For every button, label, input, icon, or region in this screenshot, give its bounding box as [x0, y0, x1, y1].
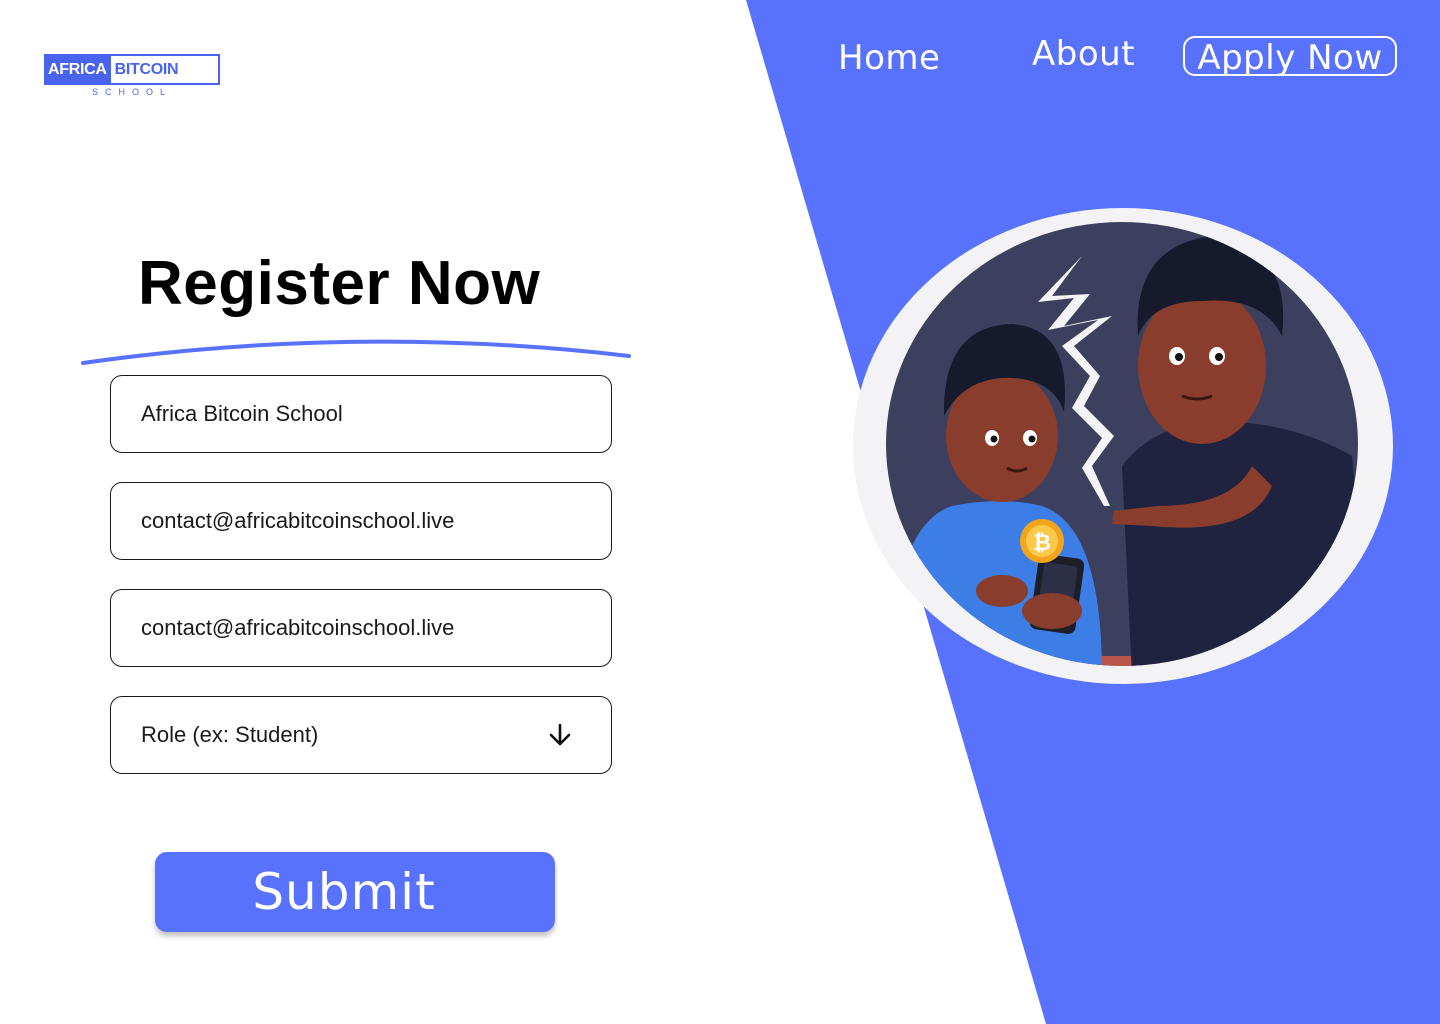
- page-title: Register Now: [138, 249, 541, 318]
- logo-text-africa: AFRICA: [46, 56, 111, 83]
- kids-learning-bitcoin-illustration: ₿: [853, 208, 1393, 684]
- logo-text-bitcoin: BITCOIN: [114, 60, 179, 78]
- confirm-email-input[interactable]: [141, 615, 581, 641]
- submit-button[interactable]: Submit: [155, 852, 555, 932]
- logo-wordmark: AFRICA BITCOIN: [44, 54, 220, 85]
- apply-now-button[interactable]: Apply Now: [1183, 36, 1397, 78]
- nav-home-link[interactable]: Home: [838, 38, 940, 78]
- bitcoin-coin-symbol: ₿: [1033, 531, 1051, 556]
- email-input[interactable]: [141, 508, 581, 534]
- title-underline-decoration: [81, 339, 631, 365]
- logo-text-school: SCHOOL: [92, 87, 173, 97]
- name-field-container: [110, 375, 612, 453]
- brand-logo[interactable]: AFRICA BITCOIN SCHOOL: [44, 54, 220, 100]
- name-input[interactable]: [141, 401, 581, 427]
- role-select-placeholder: Role (ex: Student): [141, 722, 319, 747]
- email-field-container: [110, 482, 612, 560]
- role-select[interactable]: Role (ex: Student): [110, 696, 612, 774]
- arrow-down-icon: [549, 723, 571, 746]
- nav-about-link[interactable]: About: [1032, 34, 1135, 74]
- confirm-email-field-container: [110, 589, 612, 667]
